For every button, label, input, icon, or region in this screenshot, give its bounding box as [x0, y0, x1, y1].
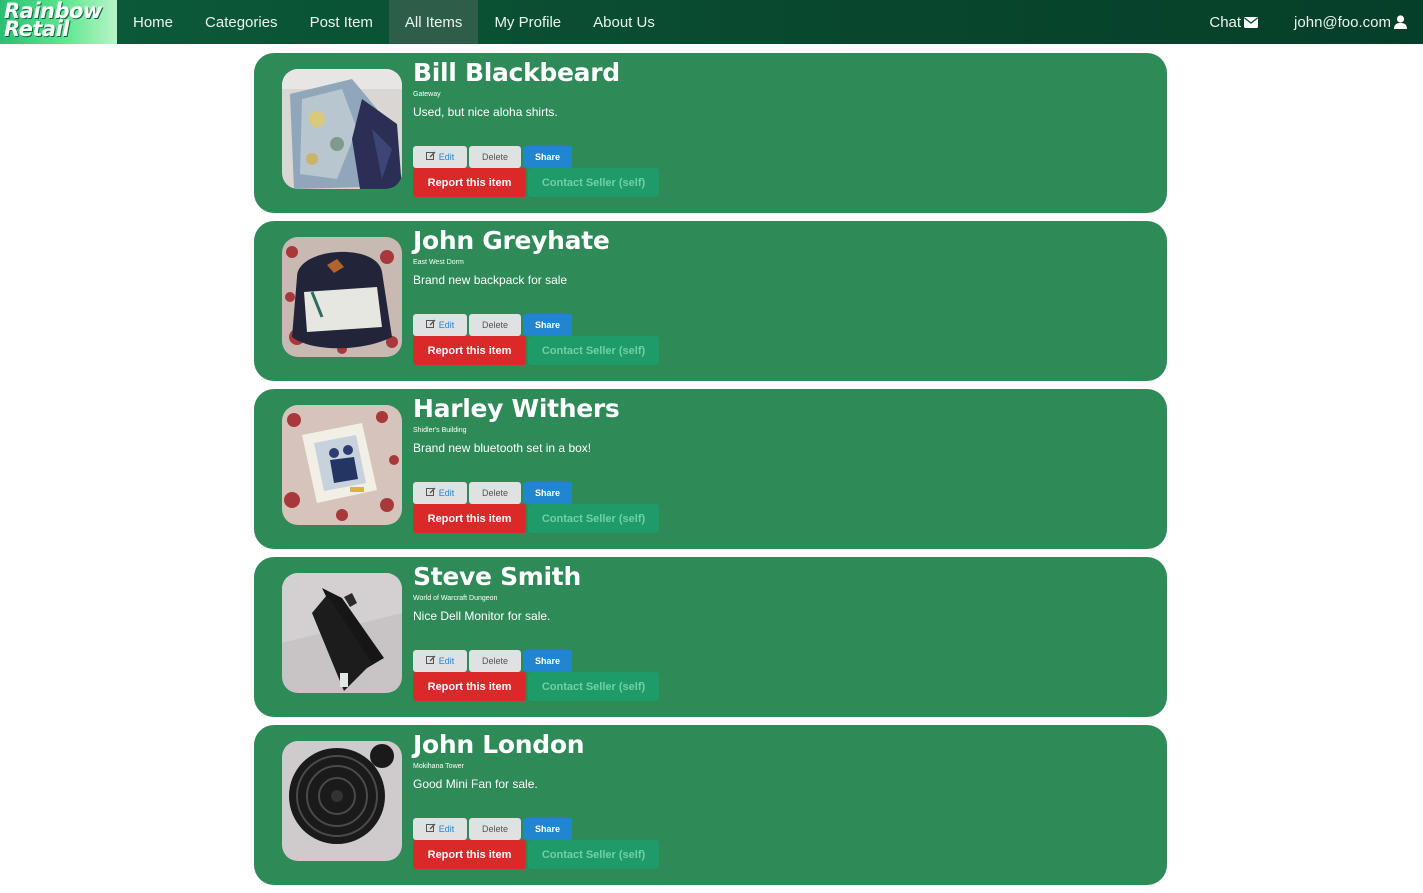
- edit-icon: [425, 487, 436, 499]
- edit-label: Edit: [438, 152, 455, 162]
- edit-label: Edit: [438, 488, 455, 498]
- report-item-button[interactable]: Report this item: [413, 168, 526, 197]
- share-button[interactable]: Share: [523, 482, 572, 504]
- item-location: World of Warcraft Dungeon: [413, 595, 498, 602]
- monitor-photo[interactable]: [282, 573, 402, 693]
- item-location: Shidler's Building: [413, 427, 467, 434]
- edit-button[interactable]: Edit: [413, 314, 467, 336]
- item-title: John Greyhate: [413, 226, 610, 255]
- edit-button[interactable]: Edit: [413, 818, 467, 840]
- share-button[interactable]: Share: [523, 146, 572, 168]
- contact-seller-button: Contact Seller (self): [528, 504, 659, 533]
- item-description: Nice Dell Monitor for sale.: [413, 609, 551, 623]
- share-button[interactable]: Share: [523, 650, 572, 672]
- report-item-button[interactable]: Report this item: [413, 840, 526, 869]
- item-location: East West Dorm: [413, 259, 464, 266]
- report-item-button[interactable]: Report this item: [413, 504, 526, 533]
- delete-button[interactable]: Delete: [469, 482, 521, 504]
- item-title: Harley Withers: [413, 394, 620, 423]
- item-description: Good Mini Fan for sale.: [413, 777, 538, 791]
- contact-seller-button: Contact Seller (self): [528, 840, 659, 869]
- contact-seller-button: Contact Seller (self): [528, 336, 659, 365]
- contact-seller-button: Contact Seller (self): [528, 168, 659, 197]
- item-card: Steve Smith World of Warcraft Dungeon Ni…: [254, 557, 1167, 717]
- delete-button[interactable]: Delete: [469, 146, 521, 168]
- backpack-photo[interactable]: [282, 237, 402, 357]
- edit-icon: [425, 823, 436, 835]
- top-navbar: Rainbow Retail Home Categories Post Item…: [0, 0, 1423, 44]
- chat-label: Chat: [1209, 13, 1242, 31]
- fan-photo[interactable]: [282, 741, 402, 861]
- item-card: Harley Withers Shidler's Building Brand …: [254, 389, 1167, 549]
- items-list: Bill Blackbeard Gateway Used, but nice a…: [254, 53, 1167, 893]
- delete-button[interactable]: Delete: [469, 818, 521, 840]
- item-description: Brand new backpack for sale: [413, 273, 568, 287]
- delete-button[interactable]: Delete: [469, 314, 521, 336]
- nav-about-us[interactable]: About Us: [577, 0, 671, 44]
- bluetooth-box-photo[interactable]: [282, 405, 402, 525]
- edit-button[interactable]: Edit: [413, 482, 467, 504]
- nav-categories[interactable]: Categories: [189, 0, 294, 44]
- user-icon: [1394, 15, 1407, 29]
- item-title: Steve Smith: [413, 562, 581, 591]
- item-location: Mokihana Tower: [413, 763, 464, 770]
- edit-button[interactable]: Edit: [413, 650, 467, 672]
- item-description: Brand new bluetooth set in a box!: [413, 441, 592, 455]
- edit-label: Edit: [438, 320, 455, 330]
- share-button[interactable]: Share: [523, 314, 572, 336]
- aloha-shirts-photo[interactable]: [282, 69, 402, 189]
- item-card: John Greyhate East West Dorm Brand new b…: [254, 221, 1167, 381]
- item-title: Bill Blackbeard: [413, 58, 620, 87]
- nav-my-profile[interactable]: My Profile: [478, 0, 577, 44]
- edit-label: Edit: [438, 824, 455, 834]
- delete-button[interactable]: Delete: [469, 650, 521, 672]
- user-email: john@foo.com: [1294, 13, 1391, 31]
- edit-icon: [425, 319, 436, 331]
- nav-all-items[interactable]: All Items: [388, 0, 479, 44]
- item-description: Used, but nice aloha shirts.: [413, 105, 558, 119]
- envelope-icon: [1244, 16, 1259, 28]
- logo-line2: Retail: [4, 17, 69, 41]
- edit-label: Edit: [438, 656, 455, 666]
- rainbow-retail-logo[interactable]: Rainbow Retail: [0, 0, 117, 44]
- item-card: John London Mokihana Tower Good Mini Fan…: [254, 725, 1167, 885]
- edit-icon: [425, 655, 436, 667]
- share-button[interactable]: Share: [523, 818, 572, 840]
- edit-button[interactable]: Edit: [413, 146, 467, 168]
- report-item-button[interactable]: Report this item: [413, 336, 526, 365]
- nav-chat[interactable]: Chat: [1191, 0, 1276, 44]
- report-item-button[interactable]: Report this item: [413, 672, 526, 701]
- item-title: John London: [413, 730, 585, 759]
- edit-icon: [425, 151, 436, 163]
- nav-user-menu[interactable]: john@foo.com: [1276, 0, 1423, 44]
- contact-seller-button: Contact Seller (self): [528, 672, 659, 701]
- nav-post-item[interactable]: Post Item: [294, 0, 389, 44]
- item-card: Bill Blackbeard Gateway Used, but nice a…: [254, 53, 1167, 213]
- nav-home[interactable]: Home: [117, 0, 189, 44]
- item-location: Gateway: [413, 91, 441, 98]
